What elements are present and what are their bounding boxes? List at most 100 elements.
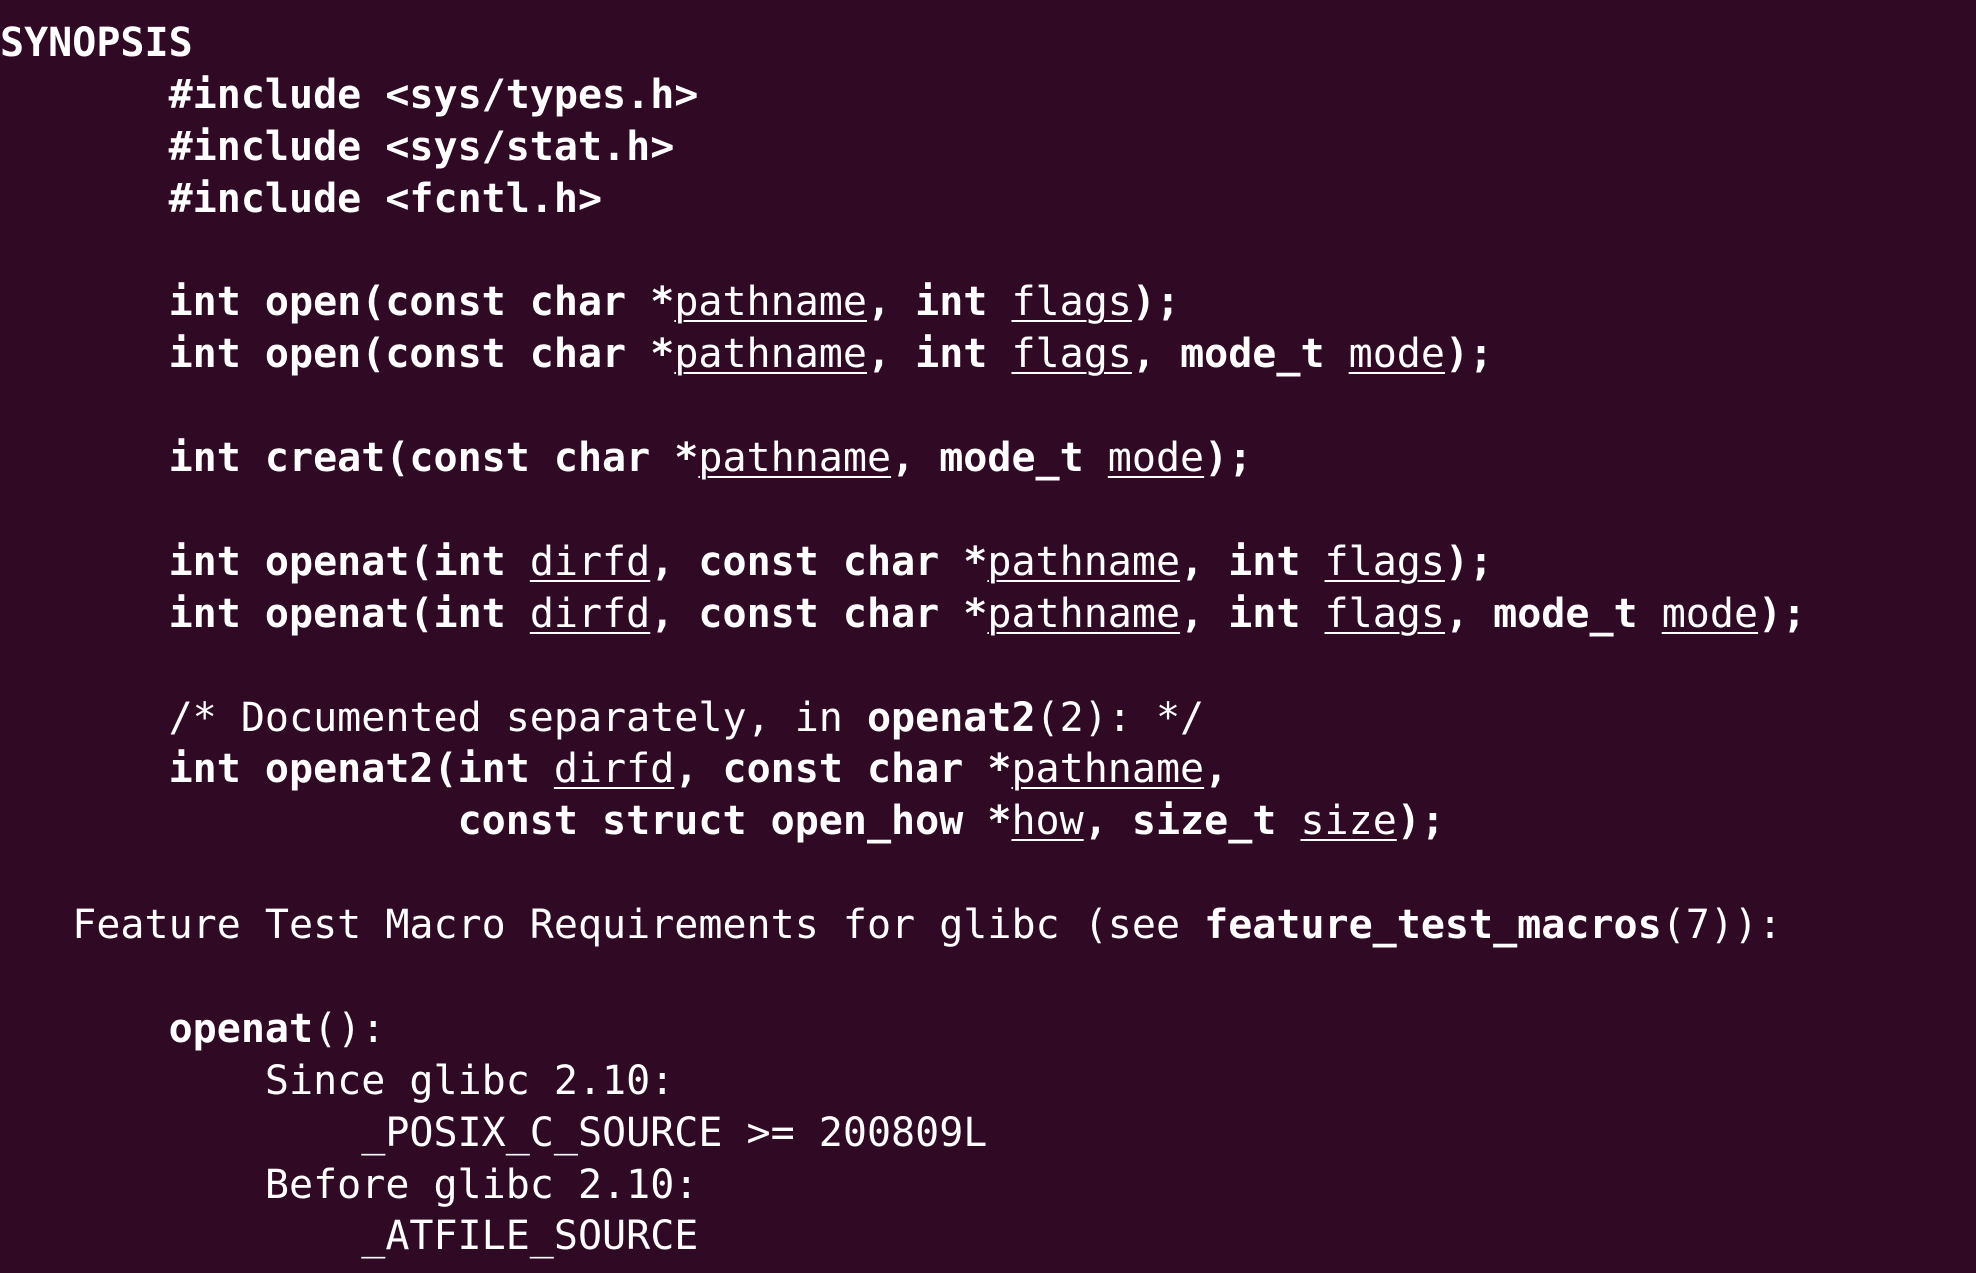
man-bold-text: int openat2(int (168, 746, 554, 793)
man-bold-text: , (1444, 590, 1494, 637)
man-text: Feature Test Macro Requirements for glib… (0, 902, 1205, 949)
man-bold-text: const char * (698, 590, 988, 637)
terminal-line: int openat2(int dirfd, const char *pathn… (0, 744, 1976, 796)
man-text: Since glibc 2.10: (0, 1057, 675, 1104)
terminal-window[interactable]: SYNOPSIS #include <sys/types.h> #include… (0, 0, 1976, 1273)
man-argument: pathname (1011, 746, 1205, 793)
man-bold-text: , (1204, 746, 1229, 793)
terminal-line: int creat(const char *pathname, mode_t m… (0, 433, 1976, 485)
terminal-line: #include <sys/types.h> (0, 70, 1976, 122)
man-text (0, 72, 169, 118)
man-argument: flags (1011, 331, 1132, 378)
man-text (0, 176, 169, 222)
man-argument: dirfd (553, 746, 675, 793)
man-bold-text: , (650, 590, 699, 637)
terminal-line: int openat(int dirfd, const char *pathna… (0, 537, 1976, 589)
man-text: /* Documented separately, in (168, 694, 867, 741)
terminal-line: #include <sys/stat.h> (0, 122, 1976, 174)
man-bold-text: , (650, 538, 699, 585)
man-text (0, 539, 169, 585)
man-bold-text: int (1228, 590, 1325, 637)
man-text (0, 435, 169, 481)
man-argument: mode (1348, 331, 1445, 378)
man-argument: pathname (674, 331, 867, 378)
man-bold-text: #include <sys/stat.h> (168, 123, 675, 170)
man-bold-text: int openat(int (168, 538, 530, 585)
man-text (0, 746, 169, 792)
man-bold-text: mode_t (939, 435, 1108, 482)
terminal-line: Since glibc 2.10: (0, 1056, 1976, 1108)
terminal-line: Feature Test Macro Requirements for glib… (0, 900, 1976, 952)
man-bold-text: SYNOPSIS (0, 20, 193, 66)
man-bold-text: openat (168, 1005, 314, 1052)
man-bold-text: ); (1444, 538, 1494, 585)
man-bold-text: #include <sys/types.h> (168, 71, 699, 118)
man-bold-text: ); (1204, 435, 1253, 482)
man-bold-text: const char * (722, 746, 1012, 793)
man-argument: dirfd (529, 590, 651, 637)
man-argument: flags (1011, 279, 1132, 326)
man-bold-text: int open(const char * (168, 331, 675, 378)
man-text: (2): */ (1035, 694, 1205, 741)
man-argument: pathname (674, 279, 867, 326)
man-text: (7)): (1661, 902, 1783, 949)
terminal-line: int open(const char *pathname, int flags… (0, 277, 1976, 329)
man-text: Before glibc 2.10: (0, 1161, 699, 1208)
terminal-line: _ATFILE_SOURCE (0, 1211, 1976, 1263)
man-bold-text: openat2 (866, 694, 1036, 741)
man-bold-text: const struct open_how * (457, 798, 1012, 845)
terminal-line: int open(const char *pathname, int flags… (0, 329, 1976, 381)
terminal-line: #include <fcntl.h> (0, 174, 1976, 226)
man-text (0, 331, 169, 377)
man-text: (): (313, 1005, 386, 1052)
man-bold-text: feature_test_macros (1204, 902, 1662, 949)
man-bold-text: , (891, 435, 940, 482)
terminal-line: _POSIX_C_SOURCE >= 200809L (0, 1108, 1976, 1160)
man-bold-text: int creat(const char * (168, 435, 699, 482)
terminal-line: /* Documented separately, in openat2(2):… (0, 693, 1976, 745)
man-bold-text: ); (1444, 331, 1494, 378)
man-text: _POSIX_C_SOURCE >= 200809L (0, 1109, 988, 1156)
man-text: _ATFILE_SOURCE (0, 1213, 699, 1260)
man-bold-text: ); (1396, 798, 1445, 845)
man-argument: mode (1661, 590, 1759, 637)
man-bold-text: , (674, 746, 723, 793)
man-bold-text: , (866, 279, 916, 326)
man-bold-text: mode_t (1493, 590, 1662, 637)
man-bold-text: , (1083, 798, 1132, 845)
man-text (0, 1006, 169, 1052)
man-argument: flags (1324, 590, 1445, 637)
terminal-line: SYNOPSIS (0, 18, 1976, 70)
man-bold-text: , (1180, 590, 1229, 637)
man-argument: flags (1324, 538, 1445, 585)
man-bold-text: const char * (698, 538, 988, 585)
terminal-line: const struct open_how *how, size_t size)… (0, 796, 1976, 848)
man-bold-text: size_t (1131, 798, 1301, 845)
man-text (0, 124, 169, 170)
man-bold-text: , (1180, 538, 1229, 585)
man-bold-text: int (915, 279, 1012, 326)
terminal-line: Before glibc 2.10: (0, 1160, 1976, 1212)
man-argument: pathname (987, 538, 1181, 585)
man-argument: size (1300, 798, 1397, 845)
man-text (0, 279, 169, 325)
man-argument: dirfd (529, 538, 651, 585)
man-argument: pathname (987, 590, 1181, 637)
terminal-line: int openat(int dirfd, const char *pathna… (0, 589, 1976, 641)
man-bold-text: mode_t (1180, 331, 1349, 378)
man-bold-text: , (1131, 331, 1181, 378)
man-text (0, 798, 458, 844)
man-bold-text: ); (1758, 590, 1807, 637)
man-bold-text: , (866, 331, 916, 378)
man-argument: how (1011, 798, 1084, 845)
man-argument: pathname (698, 435, 892, 482)
man-bold-text: int (1228, 538, 1325, 585)
man-bold-text: int open(const char * (168, 279, 675, 326)
man-bold-text: int (915, 331, 1012, 378)
